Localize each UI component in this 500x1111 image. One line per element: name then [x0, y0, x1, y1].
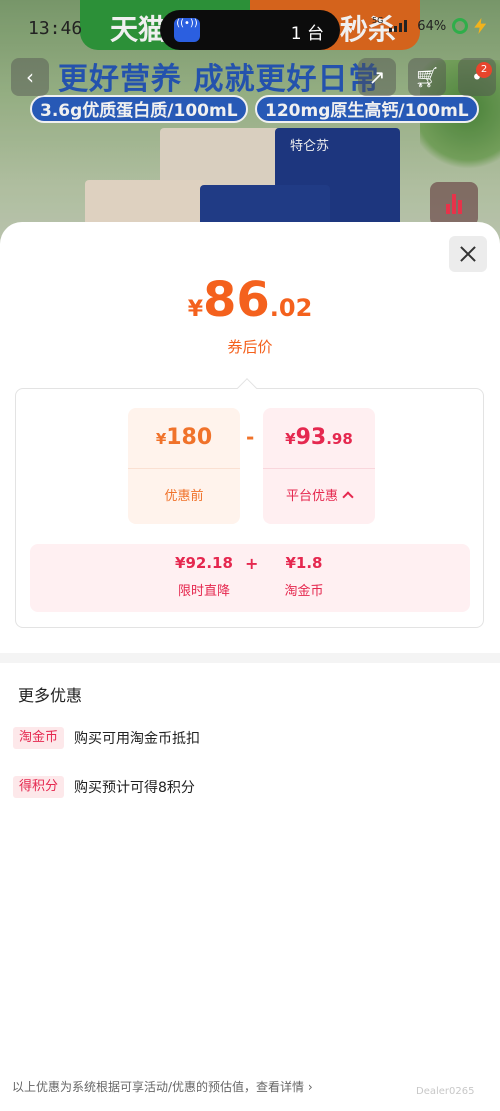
original-price-box: ¥180 优惠前	[128, 408, 240, 524]
ranking-button[interactable]	[430, 182, 478, 226]
status-bar: 13:46 ((•)) 1 台 5G 64%	[0, 0, 500, 58]
perk-description: 购买预计可得8积分	[74, 780, 195, 796]
system-icons: 5G 64%	[372, 15, 487, 34]
bar-chart-icon	[446, 194, 464, 214]
section-divider	[0, 653, 500, 663]
platform-discount-toggle[interactable]: 平台优惠	[263, 469, 375, 524]
island-text: 1 台	[290, 24, 324, 44]
platform-discount-box[interactable]: ¥93.98 平台优惠	[263, 408, 375, 524]
battery-level: 64%	[417, 18, 447, 34]
more-button[interactable]: • 2	[458, 58, 496, 96]
final-price-decimal: .02	[269, 294, 313, 322]
list-item: 淘金币 购买可用淘金币抵扣	[13, 726, 200, 750]
share-button[interactable]: ↗	[358, 58, 396, 96]
coin-discount-label: 淘金币	[284, 584, 324, 599]
battery-ring-icon	[452, 18, 469, 34]
notification-badge: 2	[476, 62, 492, 78]
original-price: ¥180	[128, 408, 240, 468]
limited-discount-value: ¥92.18	[175, 554, 233, 572]
chevron-left-icon: ‹	[26, 65, 34, 89]
final-price-currency: ¥	[187, 297, 203, 322]
plus-sign: +	[245, 554, 259, 573]
original-price-label: 优惠前	[164, 489, 204, 504]
share-icon: ↗	[368, 65, 386, 89]
platform-discount: ¥93.98	[263, 408, 375, 468]
perk-description: 购买可用淘金币抵扣	[74, 731, 201, 747]
original-price-amount: 180	[166, 425, 213, 450]
network-type: 5G	[372, 15, 384, 25]
final-price-integer: 86	[203, 272, 270, 328]
cart-icon: 🛒︎	[414, 65, 440, 89]
charging-icon	[474, 18, 487, 34]
price-detail-sheet: ¥86.02 券后价 ¥180 优惠前 - ¥93.98 平台优惠 ¥92.18…	[0, 222, 500, 1111]
broadcast-icon: ((•))	[174, 18, 200, 42]
platform-discount-label: 平台优惠	[285, 489, 338, 504]
watermark: Dealer0265	[416, 1086, 475, 1097]
perk-tag: 淘金币	[13, 727, 65, 749]
discount-breakdown: ¥92.18 限时直降 + ¥1.8 淘金币	[30, 544, 470, 612]
back-button[interactable]: ‹	[11, 58, 49, 96]
more-offers-title: 更多优惠	[18, 686, 83, 705]
status-time: 13:46	[28, 18, 83, 39]
final-price: ¥86.02	[0, 272, 500, 328]
close-button[interactable]	[449, 236, 487, 272]
original-price-currency: ¥	[155, 430, 167, 448]
dynamic-island[interactable]: ((•)) 1 台	[160, 10, 340, 50]
cart-button[interactable]: 🛒︎	[408, 58, 446, 96]
platform-discount-currency: ¥	[285, 430, 296, 448]
price-breakdown-card: ¥180 优惠前 - ¥93.98 平台优惠 ¥92.18 限时直降 + ¥1.…	[15, 388, 484, 628]
chevron-up-icon	[342, 491, 354, 503]
perk-tag: 得积分	[13, 776, 65, 798]
coin-discount-value: ¥1.8	[285, 554, 323, 572]
platform-discount-integer: 93	[295, 425, 327, 450]
breakdown-item: ¥1.8 淘金币	[268, 554, 340, 599]
signal-icon	[389, 20, 411, 32]
breakdown-item: ¥92.18 限时直降	[168, 554, 240, 599]
list-item: 得积分 购买预计可得8积分	[13, 775, 195, 799]
platform-discount-decimal: .98	[326, 430, 353, 448]
limited-discount-label: 限时直降	[177, 584, 230, 599]
minus-sign: -	[246, 425, 255, 449]
estimate-disclaimer-link[interactable]: 以上优惠为系统根据可享活动/优惠的预估值，查看详情 ›	[12, 1078, 313, 1095]
final-price-label: 券后价	[227, 338, 273, 356]
